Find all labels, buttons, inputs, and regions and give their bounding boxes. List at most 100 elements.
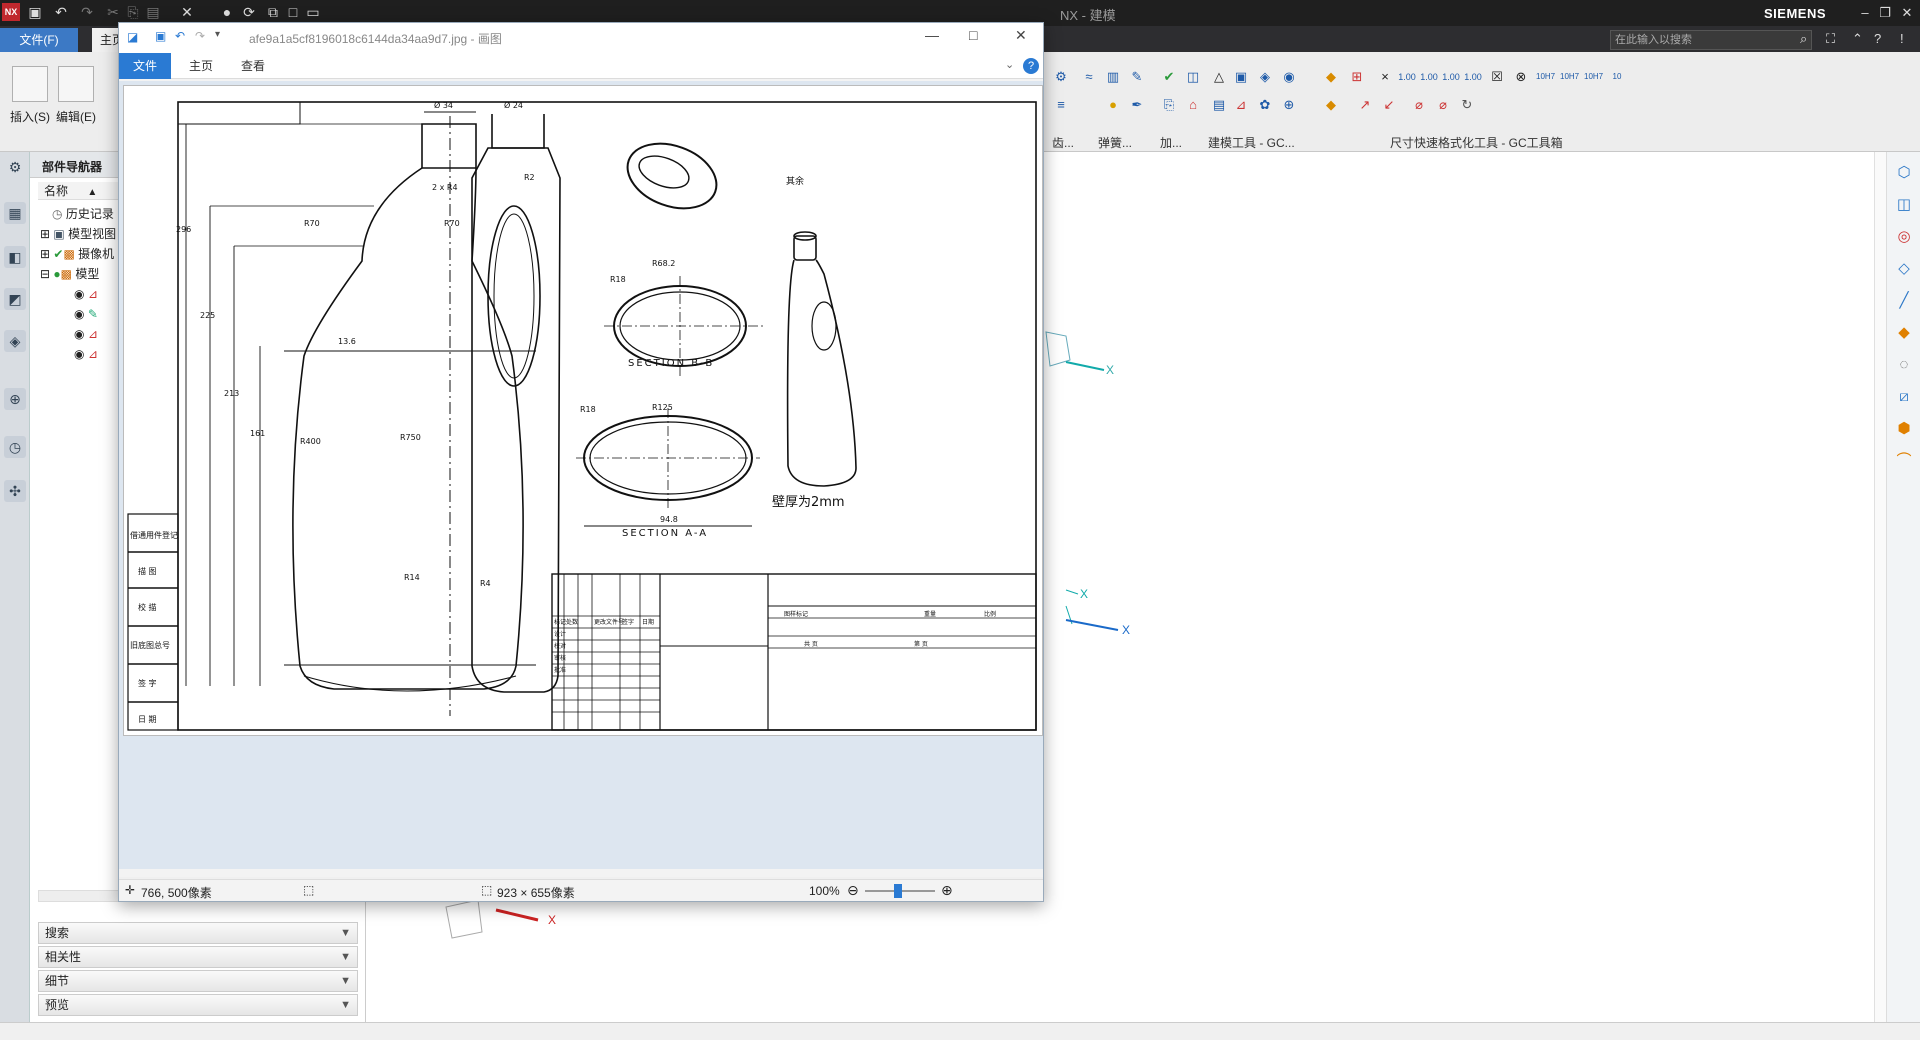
part-tool-icon[interactable]: ◈ <box>1256 68 1274 86</box>
assembly-navigator-icon[interactable]: ◧ <box>4 246 26 268</box>
copy-icon[interactable]: ⎘ <box>124 3 142 21</box>
box-x-icon[interactable]: ☒ <box>1488 68 1506 86</box>
curve-icon[interactable]: ⌒ <box>1893 450 1915 472</box>
render-icon[interactable]: ◆ <box>1893 322 1915 344</box>
diameter-1-icon[interactable]: ⌀ <box>1410 96 1428 114</box>
coin-tool-icon[interactable]: ● <box>1104 96 1122 114</box>
visibility-eye-icon[interactable]: ◉ <box>74 287 84 301</box>
expand-icon[interactable]: ⊞ <box>40 227 50 241</box>
expand-icon[interactable]: ⊞ <box>40 247 50 261</box>
section-details[interactable]: 细节 ▼ <box>38 970 358 992</box>
section-dependencies[interactable]: 相关性 ▼ <box>38 946 358 968</box>
diameter-2-icon[interactable]: ⌀ <box>1434 96 1452 114</box>
sheet-tool-icon[interactable]: ▤ <box>1210 96 1228 114</box>
tree-subitem-2[interactable]: ◉ ✎ <box>74 304 98 324</box>
line-icon[interactable]: ╱ <box>1893 290 1915 312</box>
group-dimension-tools[interactable]: 尺寸快速格式化工具 - GC工具箱 <box>1390 134 1563 151</box>
spring-tool-icon[interactable]: ≈ <box>1080 68 1098 86</box>
ribbon-search-input[interactable]: 在此输入以搜索 <box>1610 30 1812 50</box>
collapse-icon[interactable]: ⊟ <box>40 267 50 281</box>
undo-icon[interactable]: ↶ <box>52 3 70 21</box>
settings-icon[interactable]: ⚙ <box>4 156 26 178</box>
tab-view[interactable]: 查看 <box>241 53 265 79</box>
save-icon[interactable]: ▣ <box>155 29 166 43</box>
pin-icon[interactable]: ✎ <box>1128 68 1146 86</box>
visibility-eye-icon[interactable]: ◉ <box>74 327 84 341</box>
gear-tool-icon[interactable]: ⚙ <box>1052 68 1070 86</box>
minimize-button[interactable]: — <box>925 27 939 43</box>
hide-icon[interactable]: ◌ <box>1893 354 1915 376</box>
group-modeling-tools[interactable]: 建模工具 - GC... <box>1208 134 1295 151</box>
paste-icon[interactable]: ▤ <box>144 3 162 21</box>
pen-tool-icon[interactable]: ✒ <box>1128 96 1146 114</box>
edit-button[interactable] <box>58 66 94 102</box>
fit-3-icon[interactable]: 10H7 <box>1584 68 1603 86</box>
section-preview[interactable]: 预览 ▼ <box>38 994 358 1016</box>
group-add[interactable]: 加... <box>1160 134 1182 151</box>
tree-item-model[interactable]: ⊟ ●▩ 模型 <box>40 264 99 284</box>
expand-ribbon-icon[interactable]: ⌄ <box>1005 58 1014 71</box>
constraint-navigator-icon[interactable]: ◩ <box>4 288 26 310</box>
compass-icon[interactable]: ◎ <box>1893 226 1915 248</box>
refresh-icon[interactable]: ↻ <box>1458 96 1476 114</box>
tree-item-cameras[interactable]: ⊞ ✔▩ 摄像机 <box>40 244 114 264</box>
tree-item-model-views[interactable]: ⊞ ▣ 模型视图 <box>40 224 116 244</box>
delete-icon[interactable]: ✕ <box>178 3 196 21</box>
fit-4-icon[interactable]: 10 <box>1608 68 1626 86</box>
frame-tool-icon[interactable]: ▣ <box>1232 68 1250 86</box>
tab-home[interactable]: 主页 <box>189 53 213 79</box>
fit-2-icon[interactable]: 10H7 <box>1560 68 1579 86</box>
engineering-drawing[interactable]: Ø 34 Ø 24 2 x R4 R70 R70 R2 13.6 R400 R7… <box>123 85 1043 736</box>
db-icon[interactable]: ▥ <box>1104 68 1122 86</box>
multiply-icon[interactable]: × <box>1376 68 1394 86</box>
help-icon[interactable]: ? <box>1023 58 1039 74</box>
visibility-eye-icon[interactable]: ◉ <box>74 307 84 321</box>
tree-subitem-4[interactable]: ◉ ⊿ <box>74 344 98 364</box>
customize-qat-icon[interactable]: ▾ <box>215 29 220 40</box>
view-orient-icon[interactable]: ⬡ <box>1893 162 1915 184</box>
leader-icon[interactable]: ↙ <box>1380 96 1398 114</box>
plane-icon[interactable]: ◇ <box>1893 258 1915 280</box>
shaded-icon[interactable]: ⬢ <box>1893 418 1915 440</box>
maximize-button[interactable]: □ <box>969 27 977 43</box>
redo-alt-icon[interactable]: ⟳ <box>240 3 258 21</box>
tol-4-icon[interactable]: 1.00 <box>1464 68 1482 86</box>
help-icon[interactable]: ? <box>1874 31 1881 46</box>
collapse-ribbon-icon[interactable]: ⌃ <box>1852 31 1863 47</box>
check-tool-icon[interactable]: ✔ <box>1160 68 1178 86</box>
paint-canvas-area[interactable]: Ø 34 Ø 24 2 x R4 R70 R70 R2 13.6 R400 R7… <box>119 81 1043 893</box>
tol-2-icon[interactable]: 1.00 <box>1420 68 1438 86</box>
redo-icon[interactable]: ↷ <box>78 3 96 21</box>
fullscreen-icon[interactable]: ⛶ <box>1826 31 1835 47</box>
file-menu-tab[interactable]: 文件(F) <box>0 28 78 52</box>
tree-subitem-1[interactable]: ◉ ⊿ <box>74 284 98 304</box>
section-view-icon[interactable]: ⧄ <box>1893 386 1915 408</box>
close-button[interactable]: ✕ <box>1898 4 1916 22</box>
zoom-out-button[interactable]: ⊖ <box>847 882 859 899</box>
cut-icon[interactable]: ✂ <box>104 3 122 21</box>
redo-icon[interactable]: ↷ <box>195 29 205 43</box>
group-gear[interactable]: 齿... <box>1052 134 1074 151</box>
dim-tool-icon[interactable]: ⊞ <box>1348 68 1366 86</box>
model-tool-icon[interactable]: ⌂ <box>1184 96 1202 114</box>
cube-view-icon[interactable]: ◫ <box>1893 194 1915 216</box>
fit-1-icon[interactable]: 10H7 <box>1536 68 1555 86</box>
window-icon[interactable]: □ <box>284 3 302 21</box>
search-icon[interactable]: ⌕ <box>1800 31 1807 47</box>
reuse-library-icon[interactable]: ◈ <box>4 330 26 352</box>
chart-tool-icon[interactable]: ⊿ <box>1232 96 1250 114</box>
paren-x-icon[interactable]: ⊗ <box>1512 68 1530 86</box>
visibility-eye-icon[interactable]: ◉ <box>74 347 84 361</box>
globe-tool-icon[interactable]: ⊕ <box>1280 96 1298 114</box>
gc-tool-2-icon[interactable]: ◆ <box>1322 96 1340 114</box>
window-switch-icon[interactable]: ⧉ <box>264 3 282 21</box>
group-spring[interactable]: 弹簧... <box>1098 134 1132 151</box>
viewport-scrollbar[interactable] <box>1874 152 1886 1022</box>
mic-icon[interactable]: ● <box>218 3 236 21</box>
alert-icon[interactable]: ! <box>1900 31 1904 46</box>
history-icon[interactable]: ◷ <box>4 436 26 458</box>
gc-tool-icon[interactable]: ◆ <box>1322 68 1340 86</box>
save-icon[interactable]: ▣ <box>26 3 44 21</box>
layer-tool-icon[interactable]: ◫ <box>1184 68 1202 86</box>
tree-item-history[interactable]: ◷ 历史记录 <box>40 204 114 224</box>
